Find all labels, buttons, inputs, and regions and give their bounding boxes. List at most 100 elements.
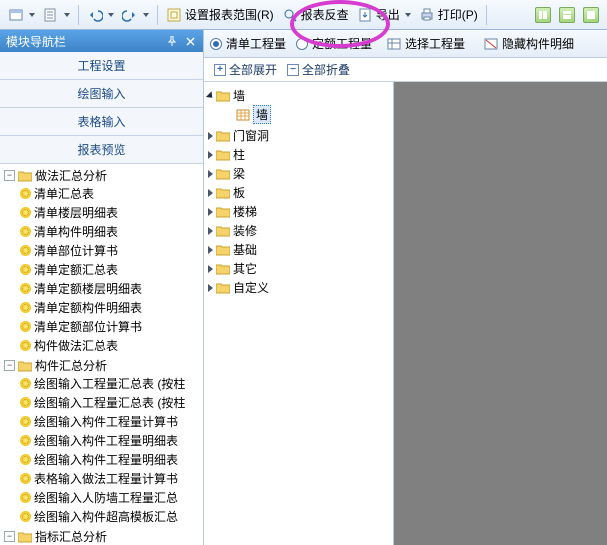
tree-item[interactable]: 绘图输入构件工程量计算书 [20,413,203,430]
tree-item[interactable]: 表格输入做法工程量计算书 [20,470,203,487]
set-range-label: 设置报表范围(R) [185,6,274,23]
export-label: 导出 [376,6,400,23]
folder-icon [18,531,32,543]
window-btn-2[interactable] [555,5,579,25]
redo-button[interactable] [118,5,153,25]
nav-draw-input[interactable]: 绘图输入 [0,80,203,108]
radio-quota[interactable]: 定额工程量 [296,35,372,52]
gear-icon [20,511,31,522]
gear-icon [20,340,31,351]
tree-item[interactable]: 装修 [208,222,391,239]
expand-all-button[interactable]: +全部展开 [210,60,281,79]
tree-item[interactable]: 其它 [208,260,391,277]
close-icon[interactable] [183,34,197,48]
table-icon [386,36,402,52]
tree-item[interactable]: 柱 [208,146,391,163]
tree-root-wall[interactable]: 墙 [208,87,391,104]
folder-icon [216,225,230,237]
tree-item[interactable]: 绘图输入工程量汇总表 (按柱 [20,394,203,411]
tree-item[interactable]: 清单定额楼层明细表 [20,280,203,297]
tree-item[interactable]: 绘图输入构件工程量明细表 [20,432,203,449]
chevron-right-icon[interactable] [208,284,213,292]
print-label: 打印(P) [438,6,478,23]
tree-item[interactable]: 楼梯 [208,203,391,220]
collapse-icon[interactable]: − [4,170,15,181]
tree-group-component[interactable]: −构件汇总分析 [4,357,203,374]
gear-icon [20,397,31,408]
chevron-down-icon[interactable] [206,91,215,100]
print-button[interactable]: 打印(P) [415,4,482,25]
tree-item[interactable]: 绘图输入构件工程量明细表 [20,451,203,468]
chevron-down-icon [29,13,35,17]
tree-item[interactable]: 清单汇总表 [20,185,203,202]
window-btn-3[interactable] [579,5,603,25]
minus-icon: − [287,64,299,76]
gear-icon [20,264,31,275]
gear-icon [20,283,31,294]
pin-icon[interactable] [165,34,179,48]
nav-table-input[interactable]: 表格输入 [0,108,203,136]
preview-area [394,82,607,545]
folder-icon [216,206,230,218]
tree-item[interactable]: 清单楼层明细表 [20,204,203,221]
chevron-right-icon[interactable] [208,227,213,235]
undo-button[interactable] [83,5,118,25]
chevron-right-icon[interactable] [208,208,213,216]
collapse-icon[interactable]: − [4,531,15,542]
folder-icon [216,263,230,275]
toolbar-ico-1[interactable] [4,5,39,25]
qty-toolbar: 清单工程量 定额工程量 选择工程量 隐藏构件明细 [204,30,607,58]
tree-item-wall[interactable]: 墙 [222,105,391,124]
window-btn-1[interactable] [531,5,555,25]
folder-icon [216,90,230,102]
collapse-icon[interactable]: − [4,360,15,371]
chevron-right-icon[interactable] [208,246,213,254]
chevron-right-icon[interactable] [208,265,213,273]
tree-item[interactable]: 清单定额汇总表 [20,261,203,278]
tree-item[interactable]: 绘图输入人防墙工程量汇总 [20,489,203,506]
tree-item[interactable]: 基础 [208,241,391,258]
tree-group-practice[interactable]: −做法汇总分析 [4,167,203,184]
chevron-right-icon[interactable] [208,132,213,140]
nav-settings[interactable]: 工程设置 [0,52,203,80]
tree-item[interactable]: 绘图输入构件超高模板汇总 [20,508,203,525]
select-qty-button[interactable]: 选择工程量 [382,33,469,54]
chevron-right-icon[interactable] [208,189,213,197]
hide-detail-button[interactable]: 隐藏构件明细 [479,33,578,54]
nav-report-preview[interactable]: 报表预览 [0,136,203,164]
report-tree: −做法汇总分析 清单汇总表 清单楼层明细表 清单构件明细表 清单部位计算书 清单… [0,164,203,545]
tree-group-index[interactable]: −指标汇总分析 [4,528,203,545]
toolbar-ico-2[interactable] [39,5,74,25]
tree-item[interactable]: 清单定额构件明细表 [20,299,203,316]
radio-qingdan[interactable]: 清单工程量 [210,35,286,52]
tree-item[interactable]: 梁 [208,165,391,182]
folder-icon [216,282,230,294]
tree-item[interactable]: 构件做法汇总表 [20,337,203,354]
tree-item[interactable]: 清单定额部位计算书 [20,318,203,335]
tree-item[interactable]: 清单部位计算书 [20,242,203,259]
chevron-right-icon[interactable] [208,170,213,178]
gear-icon [20,302,31,313]
folder-icon [18,360,32,372]
chevron-down-icon [108,13,114,17]
export-button[interactable]: 导出 [353,4,415,25]
gear-icon [20,454,31,465]
gear-icon [20,321,31,332]
radio-icon [296,38,308,50]
set-report-range-button[interactable]: 设置报表范围(R) [162,4,278,25]
report-check-button[interactable]: 报表反查 [278,4,353,25]
gear-icon [20,207,31,218]
panel-header: 模块导航栏 [0,30,203,52]
tree-item[interactable]: 板 [208,184,391,201]
tree-item[interactable]: 绘图输入工程量汇总表 (按柱 [20,375,203,392]
tree-item[interactable]: 门窗洞 [208,127,391,144]
folder-icon [216,187,230,199]
chevron-down-icon [143,13,149,17]
tree-item[interactable]: 自定义 [208,279,391,296]
collapse-all-button[interactable]: −全部折叠 [283,60,354,79]
tree-item[interactable]: 清单构件明细表 [20,223,203,240]
chevron-right-icon[interactable] [208,151,213,159]
sheet-icon [236,109,250,121]
gear-icon [20,188,31,199]
folder-icon [18,170,32,182]
